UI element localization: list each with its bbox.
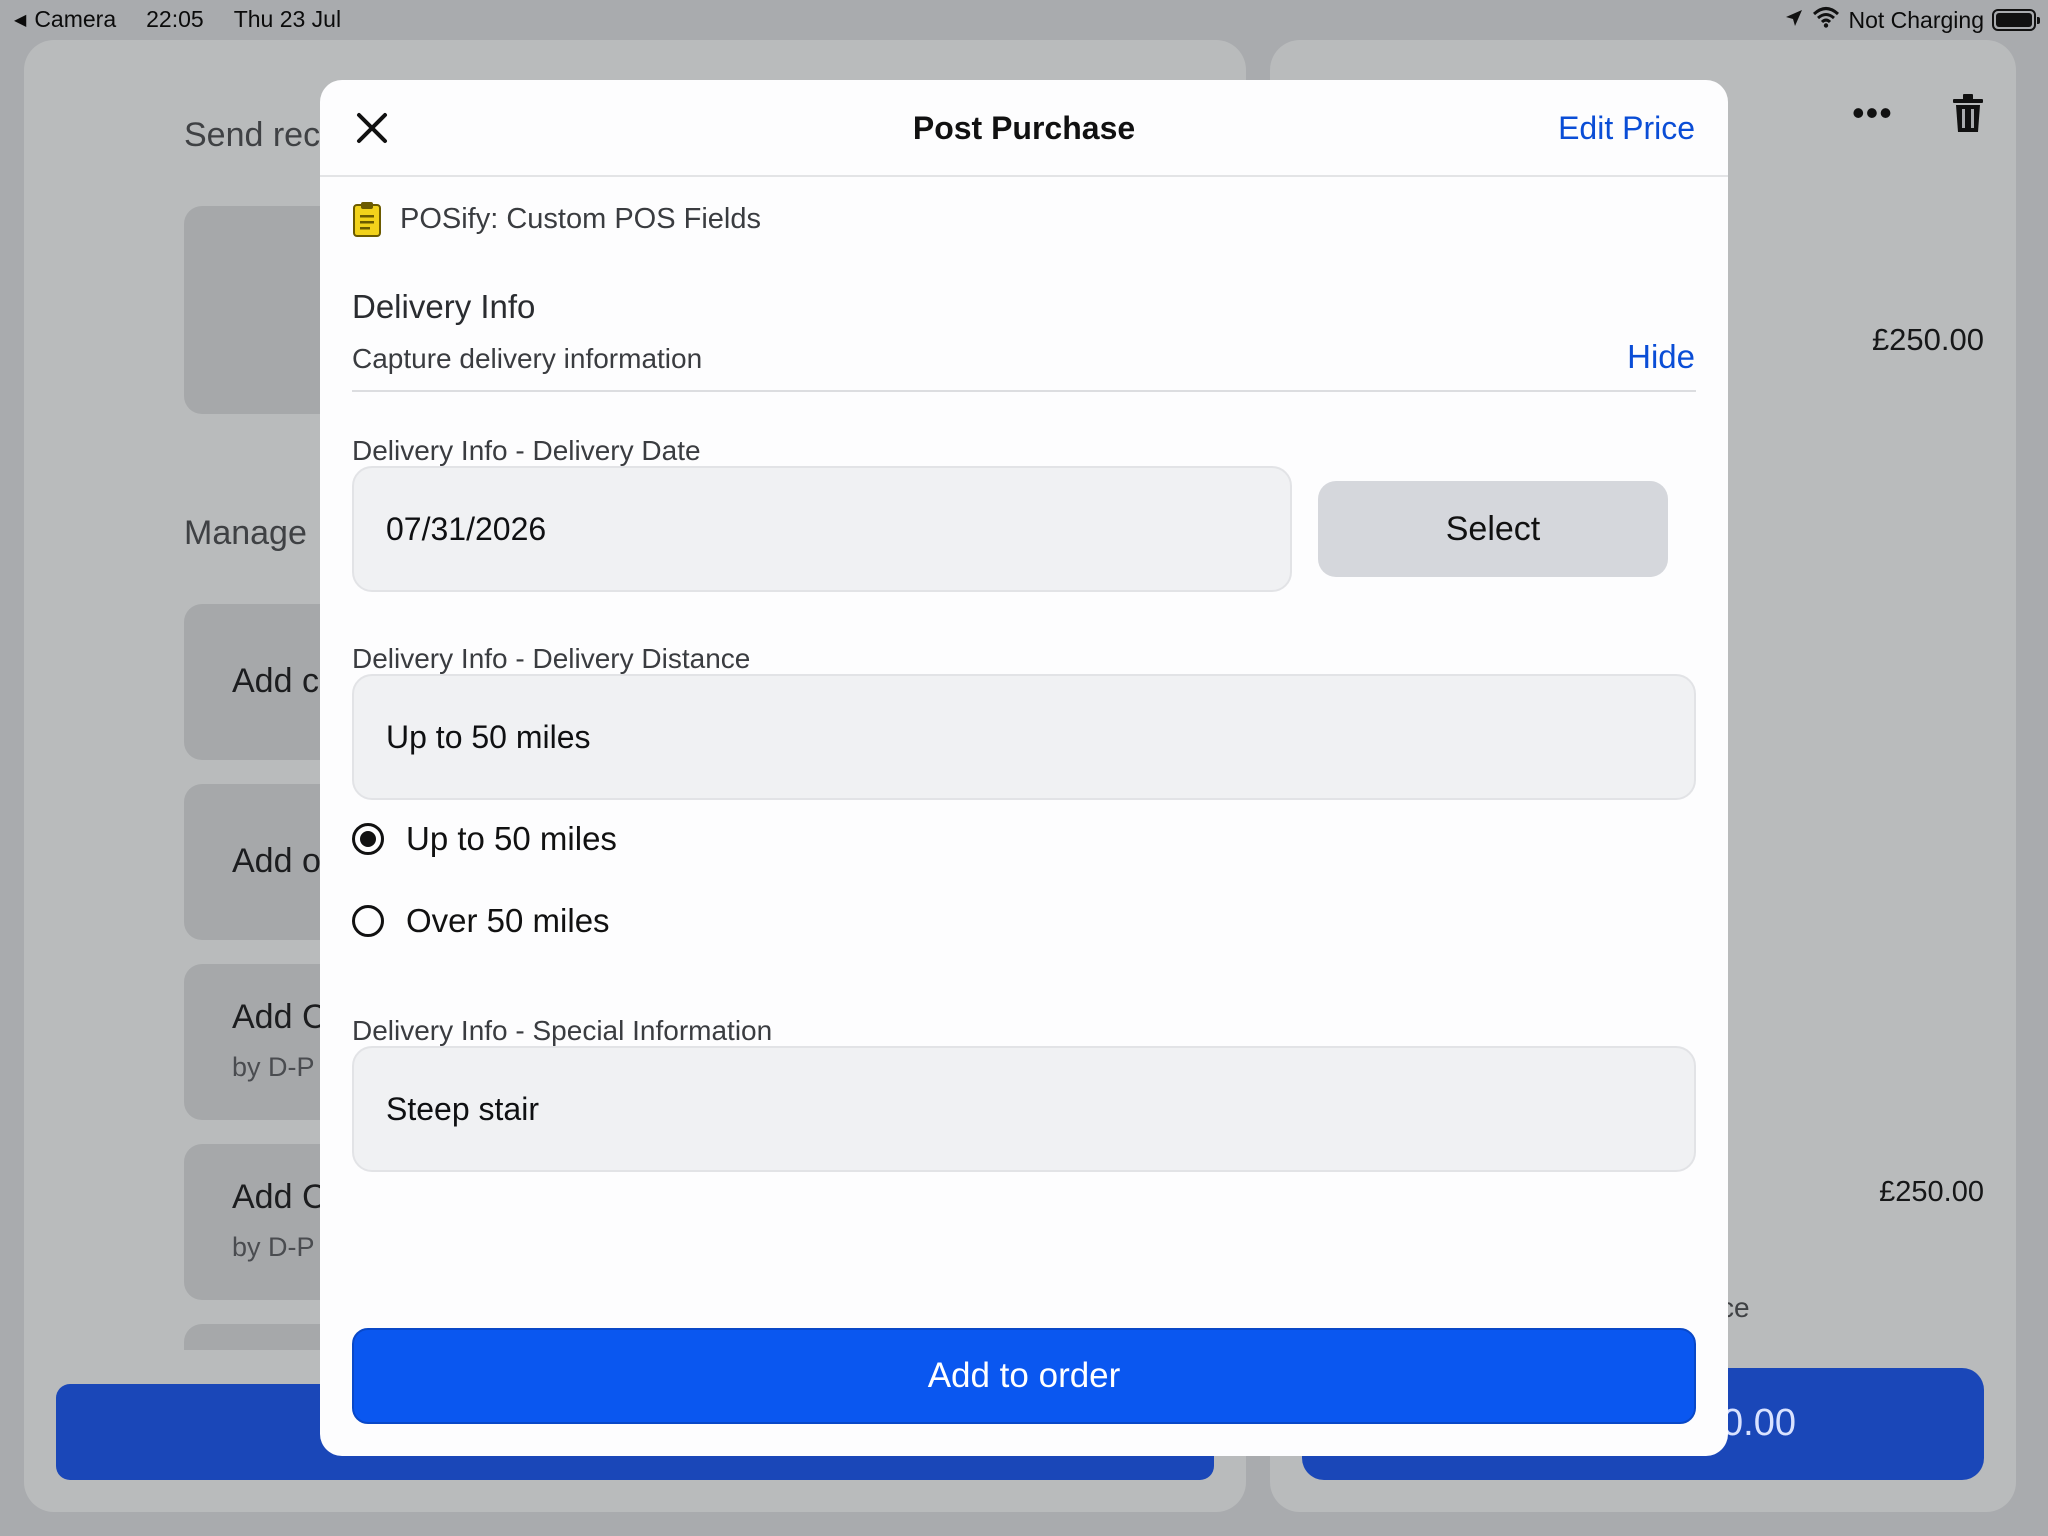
back-arrow-icon[interactable]: ◀ [14,10,26,30]
manage-card-subtitle: by D-P [232,1232,315,1262]
manage-card-title: Add o [232,842,321,880]
wifi-icon [1812,6,1840,34]
manage-card-title: Add c [232,662,319,700]
checkout-button-label: 0.00 [1722,1402,1796,1444]
status-date: Thu 23 Jul [233,6,342,32]
delivery-distance-field[interactable]: Up to 50 miles [352,674,1696,800]
modal-header: Post Purchase Edit Price [320,80,1728,177]
app-name: POSify: Custom POS Fields [400,202,761,235]
edit-price-button[interactable]: Edit Price [1558,110,1695,147]
delivery-distance-value: Up to 50 miles [386,718,591,755]
special-info-label: Delivery Info - Special Information [352,1015,773,1046]
app-attribution: POSify: Custom POS Fields [352,201,761,237]
delivery-date-label: Delivery Info - Delivery Date [352,435,701,466]
back-to-app-label[interactable]: Camera [34,6,116,33]
manage-card-title: Add C [232,1178,327,1216]
status-bar: ◀ Camera 22:05 Thu 23 Jul Not Charging [0,0,2048,40]
divider [352,390,1696,392]
radio-option-label: Up to 50 miles [406,820,617,857]
manage-card-title: Add C [232,998,327,1036]
manage-card-subtitle: by D-P [232,1052,315,1082]
radio-option-over-50[interactable]: Over 50 miles [352,902,610,940]
radio-option-label: Over 50 miles [406,902,610,939]
charging-status: Not Charging [1848,6,1984,33]
radio-selected-icon[interactable] [352,823,384,855]
battery-icon [1992,9,2040,31]
select-date-button[interactable]: Select [1318,481,1668,577]
radio-option-up-to-50[interactable]: Up to 50 miles [352,820,617,858]
more-options-icon[interactable]: ••• [1852,92,1893,134]
clipboard-icon [352,201,382,237]
send-receipt-heading: Send rec [184,116,321,154]
special-info-value: Steep stair [386,1090,539,1127]
section-subtitle: Capture delivery information [352,343,703,374]
hide-button[interactable]: Hide [1627,338,1695,376]
section-title: Delivery Info [352,288,536,325]
status-time: 22:05 [146,6,204,32]
delivery-date-field[interactable]: 07/31/2026 [352,466,1292,592]
special-info-field[interactable]: Steep stair [352,1046,1696,1172]
modal-title: Post Purchase [912,110,1136,146]
delivery-date-value: 07/31/2026 [386,510,547,547]
post-purchase-modal: Post Purchase Edit Price POSify: Custom … [320,80,1728,1456]
location-icon [1784,7,1804,34]
trash-icon[interactable] [1952,94,1984,144]
line-item-price: £250.00 [1871,322,1984,357]
delivery-distance-label: Delivery Info - Delivery Distance [352,643,751,674]
add-to-order-button[interactable]: Add to order [352,1328,1696,1424]
manage-heading: Manage [184,514,307,552]
subtotal-price: £250.00 [1879,1176,1984,1208]
radio-unselected-icon[interactable] [352,905,384,937]
